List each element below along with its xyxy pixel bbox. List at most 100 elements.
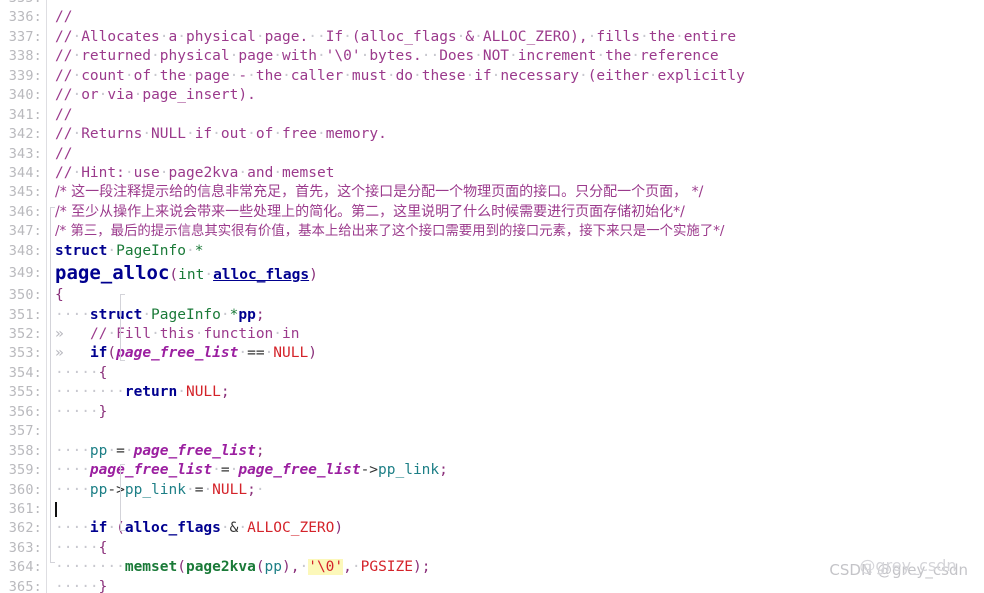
code-line[interactable]: 352: » //·Fill·this·function·in [0,325,984,345]
line-content[interactable]: ····struct·PageInfo·*pp; [47,306,984,325]
line-content[interactable]: ·····} [47,578,984,593]
line-content[interactable]: ·····} [47,403,984,422]
fold-guide-if-zero [120,464,121,530]
code-line[interactable]: 343: // [0,144,984,164]
fold-guide-if-zero-top [120,464,125,465]
line-content[interactable]: ····pp·=·page_free_list; [47,442,984,461]
code-line[interactable]: 339: //·count·of·the·page·-·the·caller·m… [0,66,984,87]
line-content[interactable]: //·returned·physical·page·with·'\0'·byte… [47,47,984,66]
line-number: 355: [8,384,42,401]
fold-guide-if-null [120,294,121,360]
line-number: 347: [8,223,42,240]
line-number: 338: [8,48,42,65]
code-line[interactable]: 362: ····if·(alloc_flags·&·ALLOC_ZERO) [0,519,984,539]
code-line[interactable]: 342: //·Returns·NULL·if·out·of·free·memo… [0,125,984,145]
code-line[interactable]: 340: //·or·via·page_insert). [0,86,984,106]
code-line[interactable]: 338: //·returned·physical·page·with·'\0'… [0,47,984,67]
code-line[interactable]: 349: page_alloc(int·alloc_flags) [0,261,984,287]
code-line[interactable]: 347: /* 第三，最后的提示信息其实很有价值，基本上给出来了这个接口需要用到… [0,222,984,242]
line-number: 345: [8,184,42,201]
line-number: 337: [8,28,42,45]
line-number: 350: [8,287,42,304]
code-line[interactable]: 356: ·····} [0,402,984,423]
code-line[interactable]: 360: ····pp->pp_link·=·NULL;· [0,480,984,500]
code-line[interactable]: 348: struct·PageInfo·* [0,241,984,262]
line-content[interactable]: // [47,8,984,27]
line-content[interactable]: ····pp->pp_link·=·NULL;· [47,481,984,500]
line-content[interactable]: ·····{ [47,539,984,558]
line-content[interactable]: //·or·via·page_insert). [47,86,984,105]
line-number: 359: [8,462,42,479]
line-content[interactable]: ····if·(alloc_flags·&·ALLOC_ZERO) [47,519,984,538]
line-content[interactable]: page_alloc(int·alloc_flags) [47,261,984,286]
line-content[interactable]: ········return·NULL; [47,383,984,402]
line-content[interactable] [47,0,984,8]
line-number: 340: [8,87,42,104]
line-content[interactable]: // [47,106,984,125]
line-number: 348: [8,242,42,259]
code-line[interactable]: 355: ········return·NULL; [0,383,984,403]
code-line[interactable]: 341: // [0,105,984,126]
code-line[interactable]: 344: //·Hint:·use·page2kva·and·memset [0,163,984,184]
code-line[interactable]: 363: ·····{ [0,538,984,559]
line-number: 339: [8,67,42,84]
line-number: 363: [8,539,42,556]
line-number: 362: [8,520,42,537]
line-number: 356: [8,403,42,420]
code-line[interactable]: 337: //·Allocates·a·physical·page.··If·(… [0,27,984,48]
line-content[interactable] [47,422,984,441]
line-content[interactable]: /* 这一段注释提示给的信息非常充足，首先，这个接口是分配一个物理页面的接口。只… [47,183,984,202]
code-line[interactable]: 353: » if(page_free_list·==·NULL) [0,344,984,364]
line-number: 346: [8,203,42,220]
line-number: 360: [8,481,42,498]
line-content[interactable]: » if(page_free_list·==·NULL) [47,344,984,363]
code-lines-container: 335: 336: // 337: //·Allocates·a·physica… [0,0,984,593]
code-line[interactable]: 346: /* 至少从操作上来说会带来一些处理上的简化。第二，这里说明了什么时候… [0,202,984,223]
line-number: 365: [8,578,42,593]
line-content[interactable] [47,500,984,519]
line-number: 349: [8,265,42,282]
line-content[interactable]: /* 第三，最后的提示信息其实很有价值，基本上给出来了这个接口需要用到的接口元素… [47,222,984,241]
code-line[interactable]: 345: /* 这一段注释提示给的信息非常充足，首先，这个接口是分配一个物理页面… [0,183,984,203]
line-number: 357: [8,423,42,440]
fold-guide-function [50,207,51,562]
watermark: CSDN @grey_csdn @grey_csdn [829,556,968,579]
line-content[interactable]: //·Allocates·a·physical·page.··If·(alloc… [47,28,984,47]
fold-guide-function-bottom [50,562,55,563]
line-content[interactable]: /* 至少从操作上来说会带来一些处理上的简化。第二，这里说明了什么时候需要进行页… [47,203,984,222]
code-line[interactable]: 335: [0,0,984,9]
code-line[interactable]: 365: ·····} [0,577,984,593]
line-number: 351: [8,306,42,323]
line-number: 336: [8,9,42,26]
line-number: 344: [8,164,42,181]
fold-guide-if-zero-bottom [120,530,125,531]
code-line[interactable]: 359: ····page_free_list·=·page_free_list… [0,461,984,481]
line-content[interactable]: » //·Fill·this·function·in [47,325,984,344]
line-content[interactable]: // [47,145,984,164]
line-content[interactable]: { [47,286,984,305]
code-line-active[interactable]: 361: [0,499,984,520]
line-number: 341: [8,106,42,123]
code-line[interactable]: 357: [0,422,984,442]
line-number: 358: [8,442,42,459]
line-number: 343: [8,145,42,162]
fold-guide-function-top [50,207,55,208]
line-content[interactable]: //·Hint:·use·page2kva·and·memset [47,164,984,183]
code-line[interactable]: 351: ····struct·PageInfo·*pp; [0,305,984,325]
line-content[interactable]: struct·PageInfo·* [47,242,984,261]
code-line[interactable]: 350: { [0,286,984,306]
line-content[interactable]: ·····{ [47,364,984,383]
line-number: 364: [8,559,42,576]
line-content[interactable]: //·count·of·the·page·-·the·caller·must·d… [47,67,984,86]
fold-guide-if-null-bottom [120,360,125,361]
fold-guide-if-null-top [120,294,125,295]
line-content[interactable]: //·Returns·NULL·if·out·of·free·memory. [47,125,984,144]
code-line[interactable]: 336: // [0,8,984,28]
code-editor[interactable]: 335: 336: // 337: //·Allocates·a·physica… [0,0,984,593]
text-cursor [55,501,57,517]
line-number: 342: [8,126,42,143]
code-line[interactable]: 354: ·····{ [0,363,984,384]
line-content[interactable]: ····page_free_list·=·page_free_list->pp_… [47,461,984,480]
line-number: 335: [0,0,46,8]
code-line[interactable]: 358: ····pp·=·page_free_list; [0,441,984,462]
